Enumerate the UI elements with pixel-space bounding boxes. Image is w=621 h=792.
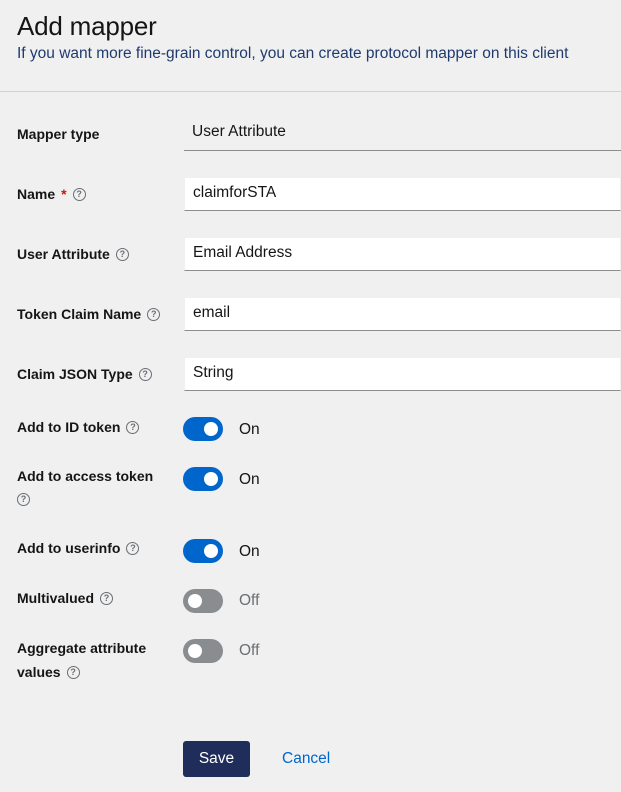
- token-claim-name-input[interactable]: email: [184, 297, 621, 331]
- multivalued-label: Multivalued?: [17, 586, 114, 610]
- toggle-knob: [204, 472, 218, 486]
- aggregate-attribute-values-label-2: values?: [17, 660, 80, 684]
- toggle-knob: [188, 644, 202, 658]
- add-to-id-token-state: On: [239, 421, 260, 438]
- toggle-knob: [188, 594, 202, 608]
- help-icon[interactable]: ?: [17, 492, 30, 506]
- cancel-button[interactable]: Cancel: [282, 749, 330, 769]
- user-attribute-label: User Attribute?: [17, 242, 129, 266]
- multivalued-state: Off: [239, 592, 260, 609]
- add-to-id-token-toggle[interactable]: [183, 417, 223, 441]
- add-to-id-token-label: Add to ID token?: [17, 415, 140, 439]
- help-icon[interactable]: ?: [66, 665, 80, 679]
- save-button[interactable]: Save: [183, 741, 250, 777]
- page-header: Add mapper If you want more fine-grain c…: [0, 0, 621, 92]
- page-title: Add mapper: [17, 11, 157, 41]
- required-indicator: *: [61, 186, 67, 202]
- mapper-type-label: Mapper type: [17, 126, 100, 142]
- aggregate-attribute-values-toggle[interactable]: [183, 639, 223, 663]
- claim-json-type-label: Claim JSON Type?: [17, 362, 152, 386]
- help-icon[interactable]: ?: [126, 541, 140, 555]
- add-to-userinfo-label: Add to userinfo?: [17, 536, 140, 560]
- add-to-access-token-state: On: [239, 471, 260, 488]
- add-to-access-token-toggle[interactable]: [183, 467, 223, 491]
- add-to-userinfo-toggle[interactable]: [183, 539, 223, 563]
- claim-json-type-select[interactable]: String: [184, 357, 621, 391]
- add-to-access-token-label: Add to access token: [17, 468, 154, 484]
- add-to-access-token-help: ?: [11, 487, 30, 511]
- name-input[interactable]: claimforSTA: [184, 177, 621, 211]
- user-attribute-input[interactable]: Email Address: [184, 237, 621, 271]
- add-to-userinfo-state: On: [239, 543, 260, 560]
- help-icon[interactable]: ?: [126, 420, 140, 434]
- aggregate-attribute-values-state: Off: [239, 642, 260, 659]
- name-label: Name *?: [17, 182, 86, 206]
- help-icon[interactable]: ?: [115, 247, 129, 261]
- help-icon[interactable]: ?: [147, 307, 161, 321]
- aggregate-attribute-values-label: Aggregate attribute: [17, 640, 147, 656]
- help-icon[interactable]: ?: [138, 367, 152, 381]
- help-icon[interactable]: ?: [100, 591, 114, 605]
- mapper-type-field: User Attribute: [184, 117, 621, 151]
- token-claim-name-label: Token Claim Name?: [17, 302, 161, 326]
- page-subtitle: If you want more fine-grain control, you…: [17, 45, 569, 62]
- toggle-knob: [204, 422, 218, 436]
- multivalued-toggle[interactable]: [183, 589, 223, 613]
- toggle-knob: [204, 544, 218, 558]
- help-icon[interactable]: ?: [72, 187, 86, 201]
